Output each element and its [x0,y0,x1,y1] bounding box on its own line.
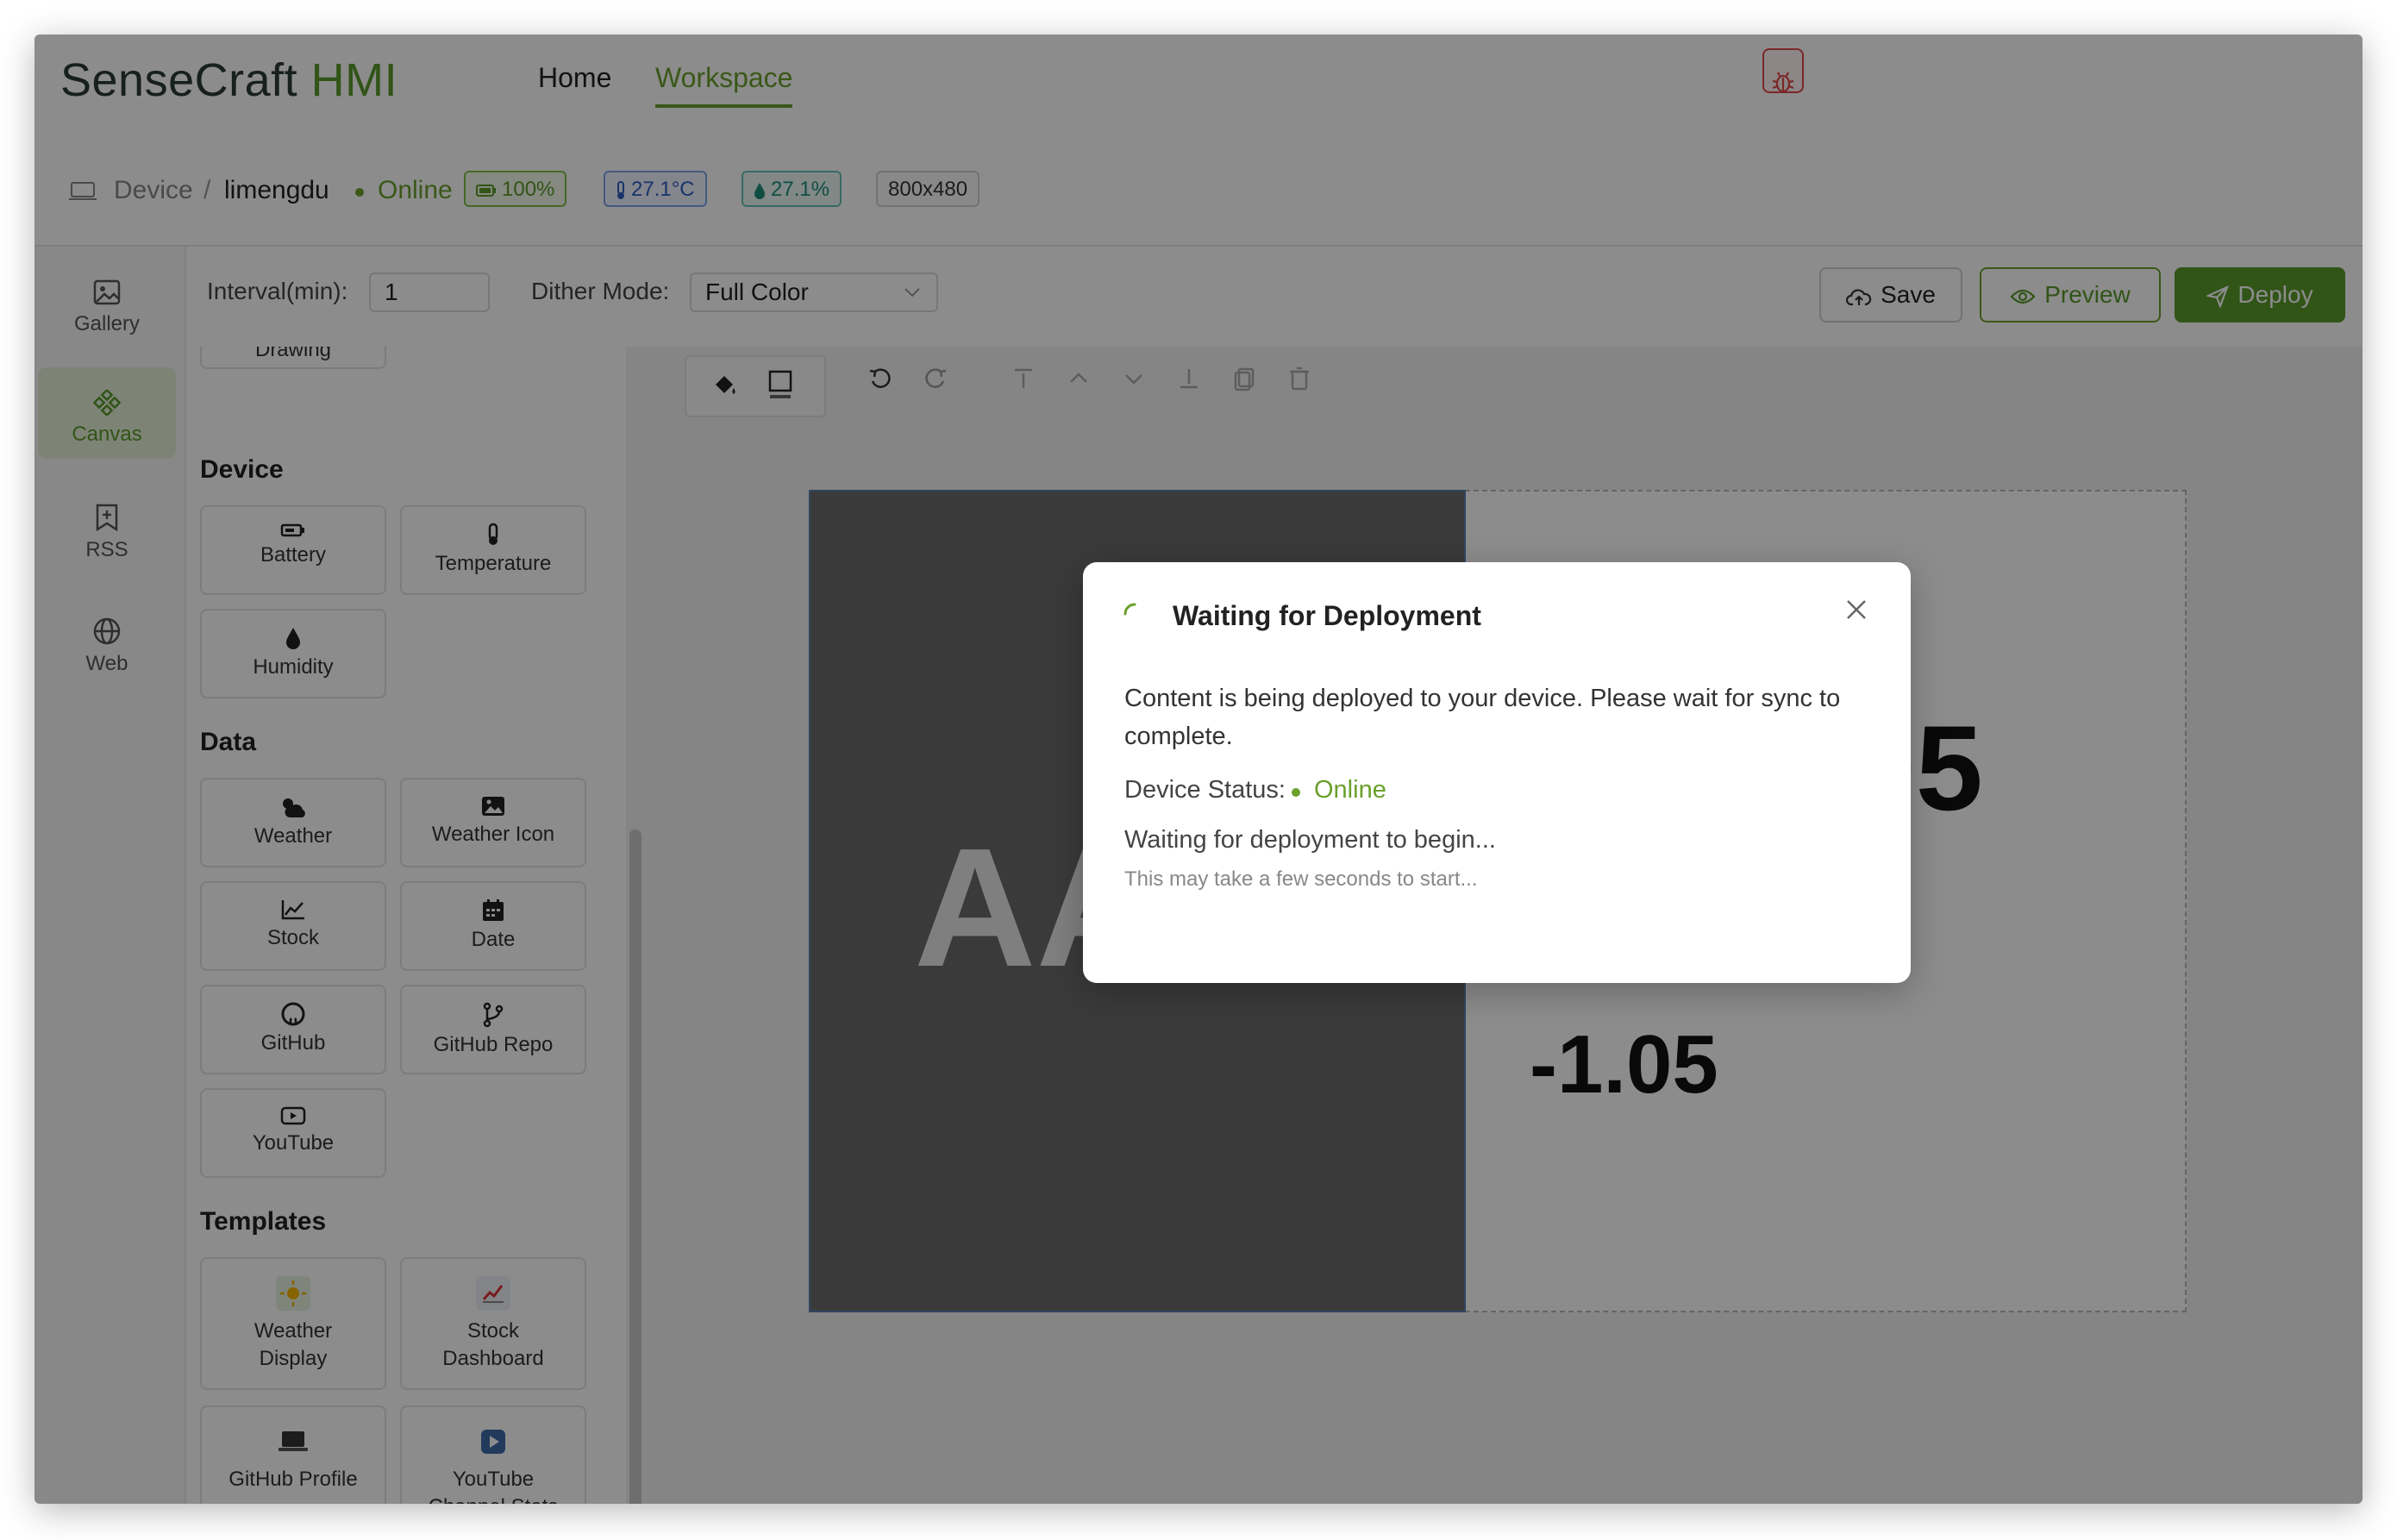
waiting-message: Waiting for deployment to begin... [1124,826,1496,854]
modal-message: Content is being deployed to your device… [1124,685,1841,750]
waiting-note: This may take a few seconds to start... [1124,867,1478,891]
modal-title: Waiting for Deployment [1173,600,1481,631]
device-status-value: Online [1314,776,1386,804]
status-dot [1292,788,1300,797]
deployment-modal: Waiting for Deployment Content is being … [1083,562,1911,983]
device-status-label: Device Status: [1124,776,1286,804]
close-icon[interactable] [1843,597,1869,623]
loading-spinner-icon [1123,603,1136,616]
